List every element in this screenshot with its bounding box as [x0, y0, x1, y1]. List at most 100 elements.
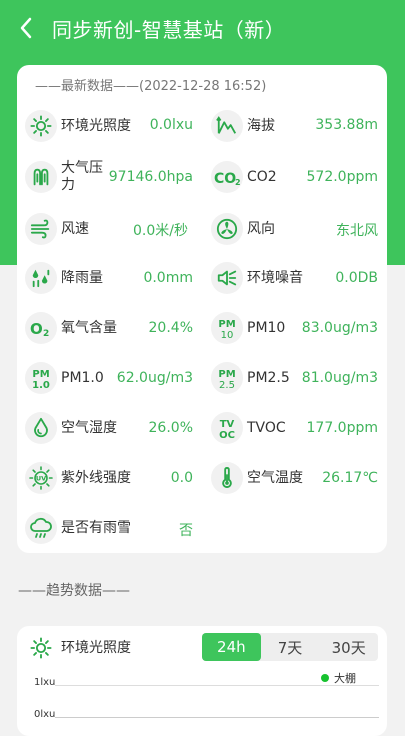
sun-icon [25, 110, 57, 142]
metric-light: 环境光照度 [25, 106, 131, 146]
metric-label: 风向 [247, 220, 275, 237]
metric-label: TVOC [247, 419, 286, 436]
metric-altitude: 海拔 [211, 106, 275, 146]
metric-label: 空气温度 [247, 469, 303, 486]
metric-value: 26.0% [148, 420, 193, 436]
tvoc-icon: TV OC [211, 412, 243, 444]
metric-label: PM1.0 [61, 369, 104, 386]
metric-oxygen: O 2 氧气含量 [25, 308, 117, 348]
metric-label: 空气湿度 [61, 419, 117, 436]
app-header: 同步新创-智慧基站（新） [0, 0, 405, 56]
metric-value: 83.0ug/m3 [301, 320, 378, 336]
fan-icon [211, 213, 243, 245]
metric-value: 20.4% [148, 320, 193, 336]
metric-label: 海拔 [247, 117, 275, 134]
metric-label: 降雨量 [61, 269, 103, 286]
metric-pm25: PM 2.5 PM2.5 [211, 358, 290, 398]
rain-icon [25, 262, 57, 294]
svg-text:PM: PM [218, 369, 235, 380]
humidity-icon [25, 412, 57, 444]
page-title: 同步新创-智慧基站（新） [52, 17, 286, 42]
thermometer-icon [211, 462, 243, 494]
metric-value: 177.0ppm [306, 420, 379, 436]
metric-value: 353.88m [315, 117, 378, 133]
trend-metric: 环境光照度 [25, 628, 131, 668]
metric-label: CO2 [247, 168, 277, 185]
legend-label: 大棚 [334, 672, 356, 685]
uv-icon: UV [25, 462, 57, 494]
svg-text:PM: PM [218, 319, 235, 330]
metric-uv: UV 紫外线强度 [25, 458, 131, 498]
metric-noise: 环境噪音 [211, 258, 303, 298]
svg-text:2: 2 [235, 178, 241, 186]
metric-pressure: 大气压 力 [25, 157, 103, 197]
time-range-tabs: 24h 7天 30天 [202, 633, 378, 661]
metric-label: 环境光照度 [61, 117, 131, 134]
latest-data-card: ——最新数据——(2022-12-28 16:52) 环境光照度 0.0lxu [17, 65, 387, 553]
legend-dot [321, 674, 329, 682]
svg-text:1.0: 1.0 [32, 380, 50, 390]
metric-value: 东北风 [336, 223, 378, 239]
svg-text:2.5: 2.5 [219, 380, 235, 390]
chart-legend: 大棚 [321, 670, 356, 686]
speaker-icon [211, 262, 243, 294]
metric-value: 0.0DB [335, 270, 378, 286]
latest-data-timestamp: ——最新数据——(2022-12-28 16:52) [35, 79, 267, 94]
metric-value: 0.0lxu [149, 117, 193, 133]
metric-value: 97146.0hpa [108, 169, 193, 185]
cloud-rain-icon [25, 512, 57, 544]
metric-label: 环境噪音 [247, 269, 303, 286]
svg-text:UV: UV [36, 475, 46, 483]
svg-text:CO: CO [214, 171, 236, 186]
pm1-icon: PM 1.0 [25, 362, 57, 394]
trend-section-title: ——趋势数据—— [18, 583, 130, 599]
metric-value: 0.0 [170, 470, 193, 486]
back-arrow-icon [20, 17, 32, 39]
metric-pm1: PM 1.0 PM1.0 [25, 358, 104, 398]
metric-tvoc: TV OC TVOC [211, 408, 286, 448]
wind-icon [25, 213, 57, 245]
trend-metric-label: 环境光照度 [61, 639, 131, 656]
metric-humidity: 空气湿度 [25, 408, 117, 448]
svg-text:O: O [30, 320, 43, 338]
y-axis-tick-top: 1lxu [34, 677, 56, 688]
co2-icon: CO 2 [211, 161, 243, 193]
metric-wind-direction: 风向 [211, 209, 275, 249]
metric-label: 是否有雨雪 [61, 519, 131, 536]
back-button[interactable] [0, 0, 52, 56]
metric-co2: CO 2 CO2 [211, 157, 277, 197]
sun-icon [25, 632, 57, 664]
metric-air-temperature: 空气温度 [211, 458, 303, 498]
metric-label: 风速 [61, 220, 89, 237]
metric-value: 0.0米/秒 [133, 223, 188, 239]
metric-value: 26.17℃ [322, 470, 378, 486]
o2-icon: O 2 [25, 312, 57, 344]
svg-text:TV: TV [220, 419, 235, 430]
pm10-icon: PM 10 [211, 312, 243, 344]
metric-label: 大气压 力 [61, 160, 103, 193]
metric-rain-snow: 是否有雨雪 [25, 508, 131, 548]
metric-wind-speed: 风速 [25, 209, 89, 249]
altitude-icon [211, 110, 243, 142]
metric-value: 0.0mm [143, 270, 193, 286]
y-axis-tick-bottom: 0lxu [34, 709, 56, 720]
metric-pm10: PM 10 PM10 [211, 308, 285, 348]
metric-label: PM10 [247, 319, 286, 336]
metric-value: 否 [179, 523, 193, 539]
svg-text:OC: OC [219, 430, 235, 440]
chart-baseline [55, 717, 379, 718]
metric-value: 81.0ug/m3 [301, 370, 378, 386]
pm25-icon: PM 2.5 [211, 362, 243, 394]
metric-value: 572.0ppm [306, 169, 379, 185]
tab-24h[interactable]: 24h [202, 633, 261, 661]
pressure-icon [25, 161, 57, 193]
tab-30-days[interactable]: 30天 [319, 633, 378, 661]
svg-text:2: 2 [43, 329, 49, 338]
svg-text:PM: PM [32, 369, 49, 380]
chart-gridline [55, 685, 379, 686]
metric-label: 紫外线强度 [61, 469, 131, 486]
tab-7-days[interactable]: 7天 [261, 633, 320, 661]
svg-text:10: 10 [221, 330, 234, 340]
metric-label: PM2.5 [247, 369, 290, 386]
metric-label: 氧气含量 [61, 319, 117, 336]
